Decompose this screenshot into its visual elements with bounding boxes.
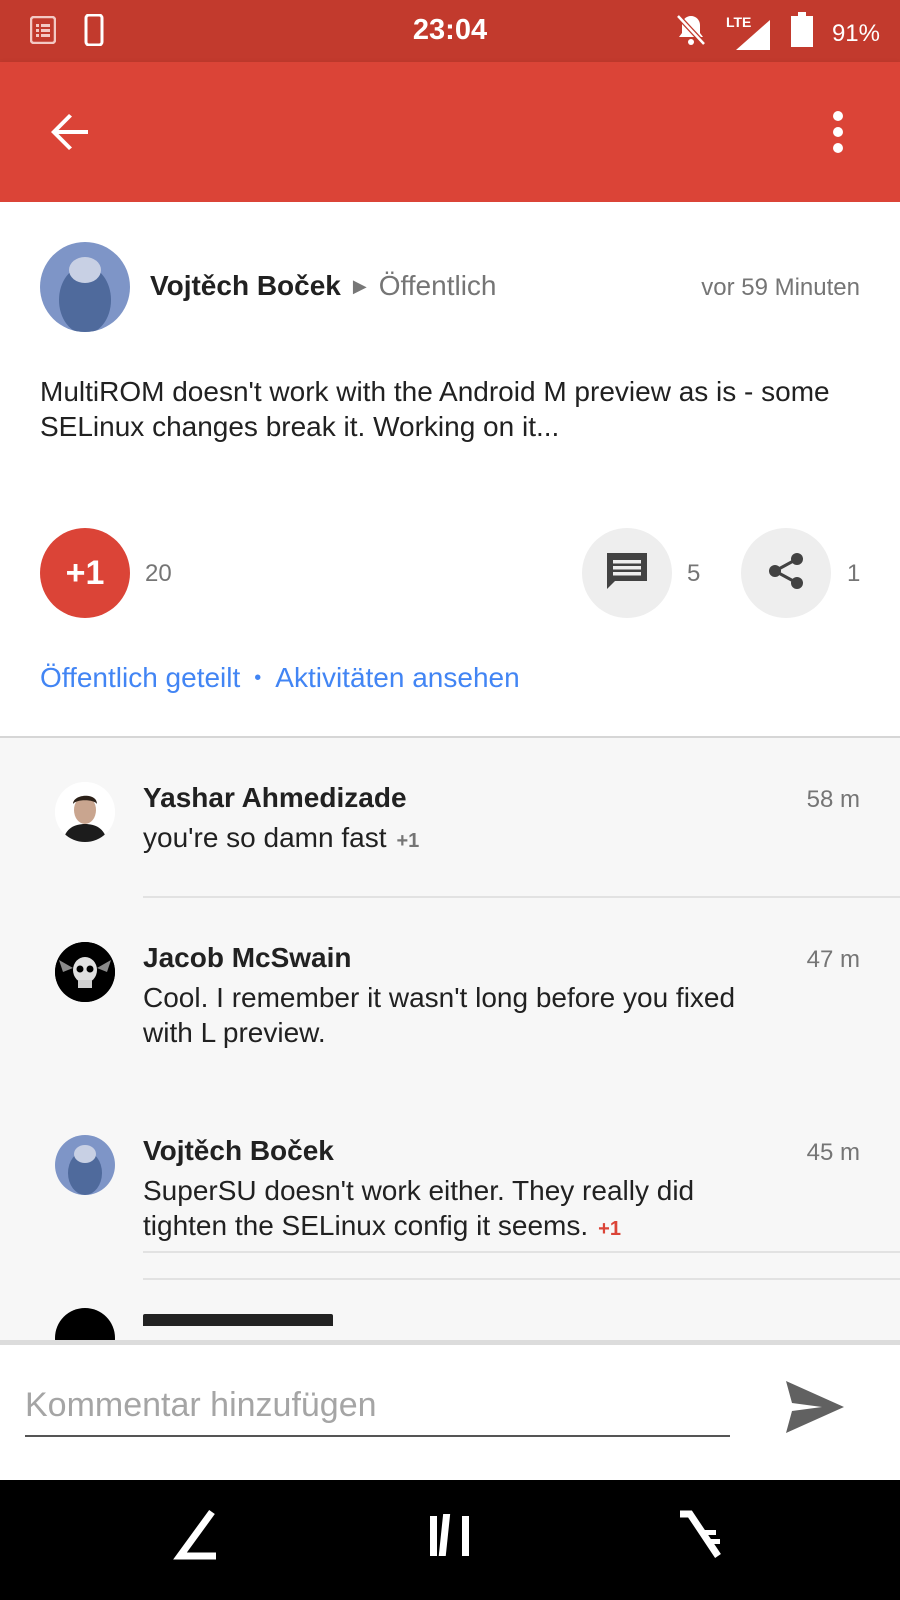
more-options-icon[interactable]	[826, 108, 850, 156]
commenter-name[interactable]: Jacob McSwain	[143, 942, 352, 974]
app-bar	[0, 62, 900, 202]
comment-text-line: SuperSU doesn't work either. They really…	[143, 1173, 783, 1247]
link-separator: •	[254, 666, 262, 689]
comment-icon	[605, 551, 649, 596]
back-arrow-icon[interactable]	[46, 108, 94, 156]
comment-plus-one[interactable]: +1	[396, 830, 419, 852]
comment-compose-bar	[0, 1340, 900, 1480]
battery-icon	[790, 12, 814, 55]
author-line: Vojtěch Boček ▶ Öffentlich	[150, 270, 497, 302]
post-links: Öffentlich geteilt • Aktivitäten ansehen	[40, 662, 520, 694]
comment-input[interactable]	[25, 1375, 730, 1437]
comment-divider	[143, 1278, 900, 1280]
status-bar: 23:04 LTE 91%	[0, 0, 900, 62]
back-nav-icon[interactable]	[172, 1506, 232, 1566]
comment-text: Cool. I remember it wasn't long before y…	[143, 982, 736, 1048]
commenter-avatar[interactable]	[55, 782, 115, 842]
navigation-bar	[0, 1480, 900, 1600]
post-text: MultiROM doesn't work with the Android M…	[40, 376, 830, 442]
comment-time: 58 m	[806, 786, 860, 813]
commenter-name[interactable]: Vojtěch Boček	[143, 1135, 334, 1167]
post-card: Vojtěch Boček ▶ Öffentlich vor 59 Minute…	[0, 202, 900, 737]
commenter-avatar[interactable]	[55, 1135, 115, 1195]
signal-icon: LTE	[726, 14, 772, 52]
comment-time: 45 m	[806, 1139, 860, 1166]
comment-divider	[143, 1251, 900, 1253]
comment-divider	[143, 896, 900, 898]
commenter-name-partial	[143, 1306, 343, 1326]
comment-button[interactable]	[582, 528, 672, 618]
view-activity-link[interactable]: Aktivitäten ansehen	[275, 662, 519, 694]
share-button[interactable]	[741, 528, 831, 618]
plus-one-button[interactable]: +1	[40, 528, 130, 618]
comments-list: Yashar Ahmedizade 58 m you're so damn fa…	[0, 738, 900, 1340]
author-avatar[interactable]	[40, 242, 130, 332]
comment-text-line: you're so damn fast +1	[143, 820, 783, 859]
plus-one-count: 20	[145, 560, 172, 587]
shared-publicly-link[interactable]: Öffentlich geteilt	[40, 662, 240, 694]
recents-nav-icon[interactable]	[672, 1506, 732, 1566]
triangle-right-icon: ▶	[352, 275, 367, 296]
audience-label: Öffentlich	[378, 270, 497, 301]
send-icon[interactable]	[782, 1375, 846, 1439]
home-nav-icon[interactable]	[420, 1506, 480, 1566]
author-name[interactable]: Vojtěch Boček	[150, 270, 341, 302]
battery-percent: 91%	[831, 19, 880, 47]
comment-plus-one[interactable]: +1	[598, 1218, 621, 1240]
share-count: 1	[847, 560, 861, 587]
share-icon	[766, 551, 806, 596]
post-time: vor 59 Minuten	[701, 274, 860, 301]
commenter-avatar[interactable]	[55, 942, 115, 1002]
bell-off-icon	[674, 13, 708, 54]
comment-text: you're so damn fast	[143, 822, 387, 853]
comment-time: 47 m	[806, 946, 860, 973]
commenter-name[interactable]: Yashar Ahmedizade	[143, 782, 407, 814]
commenter-avatar[interactable]	[55, 1308, 115, 1340]
comment-count: 5	[687, 560, 701, 587]
